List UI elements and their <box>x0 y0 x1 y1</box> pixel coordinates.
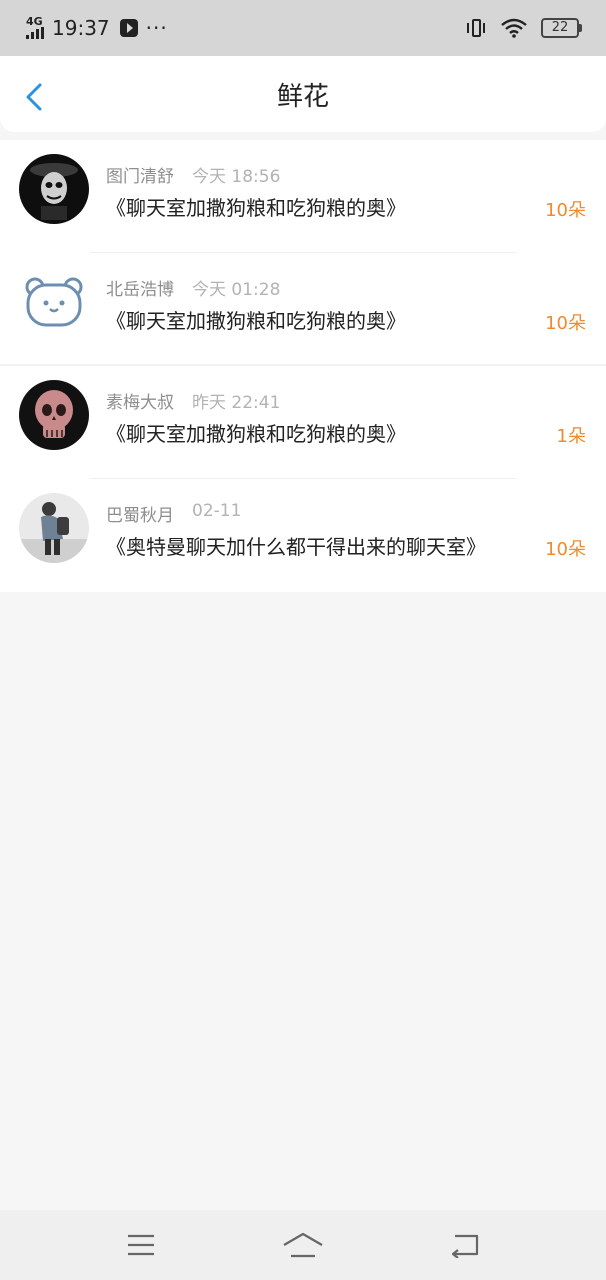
timestamp: 昨天 22:41 <box>192 393 281 413</box>
username[interactable]: 北岳浩博 <box>106 275 174 300</box>
back-nav-button[interactable] <box>435 1220 495 1270</box>
status-bar: 4G 19:37 ··· 22 <box>0 0 606 56</box>
username[interactable]: 图门清舒 <box>106 162 174 187</box>
media-player-icon <box>119 19 138 37</box>
header: 鲜花 <box>0 56 606 132</box>
username[interactable]: 巴蜀秋月 <box>106 501 174 526</box>
avatar[interactable] <box>19 493 89 563</box>
flower-count: 10朵 <box>545 313 586 334</box>
list-item[interactable]: 图门清舒 今天 18:56 《聊天室加撒狗粮和吃狗粮的奥》 10朵 <box>0 140 606 253</box>
timestamp: 02-11 <box>192 501 242 521</box>
battery-level: 22 <box>541 18 579 38</box>
avatar[interactable] <box>19 154 89 224</box>
item-title[interactable]: 《奥特曼聊天加什么都干得出来的聊天室》 <box>106 531 486 560</box>
username[interactable]: 素梅大叔 <box>106 388 174 413</box>
status-right: 22 <box>465 17 582 39</box>
menu-button[interactable] <box>111 1220 171 1270</box>
flower-list: 图门清舒 今天 18:56 《聊天室加撒狗粮和吃狗粮的奥》 10朵 北岳浩博 今… <box>0 140 606 592</box>
list-item[interactable]: 巴蜀秋月 02-11 《奥特曼聊天加什么都干得出来的聊天室》 10朵 <box>0 479 606 592</box>
back-icon <box>451 1234 479 1258</box>
item-meta: 北岳浩博 今天 01:28 <box>106 275 280 300</box>
more-notifications: ··· <box>145 16 168 40</box>
wifi-icon <box>501 18 527 38</box>
item-title[interactable]: 《聊天室加撒狗粮和吃狗粮的奥》 <box>106 418 406 447</box>
clock: 19:37 <box>52 16 110 40</box>
list-item[interactable]: 素梅大叔 昨天 22:41 《聊天室加撒狗粮和吃狗粮的奥》 1朵 <box>0 366 606 479</box>
page-title: 鲜花 <box>276 81 329 112</box>
item-title[interactable]: 《聊天室加撒狗粮和吃狗粮的奥》 <box>106 305 406 334</box>
avatar[interactable] <box>19 267 89 337</box>
flower-count: 10朵 <box>545 539 586 560</box>
flower-count: 1朵 <box>556 426 586 447</box>
list-item[interactable]: 北岳浩博 今天 01:28 《聊天室加撒狗粮和吃狗粮的奥》 10朵 <box>0 253 606 366</box>
item-title[interactable]: 《聊天室加撒狗粮和吃狗粮的奥》 <box>106 192 406 221</box>
timestamp: 今天 18:56 <box>192 167 281 187</box>
vibrate-icon <box>465 17 487 39</box>
status-left: 4G 19:37 ··· <box>26 16 168 40</box>
item-meta: 巴蜀秋月 02-11 <box>106 501 241 526</box>
system-nav-bar <box>0 1210 606 1280</box>
chevron-left-icon <box>26 83 42 111</box>
signal-icon: 4G <box>26 15 44 39</box>
back-button[interactable] <box>22 82 46 112</box>
item-meta: 图门清舒 今天 18:56 <box>106 162 280 187</box>
avatar[interactable] <box>19 380 89 450</box>
home-button[interactable] <box>273 1220 333 1270</box>
timestamp: 今天 01:28 <box>192 280 281 300</box>
network-type: 4G <box>26 15 43 28</box>
menu-icon <box>128 1234 154 1256</box>
home-icon <box>283 1232 323 1258</box>
item-meta: 素梅大叔 昨天 22:41 <box>106 388 280 413</box>
battery-icon: 22 <box>541 18 582 38</box>
flower-count: 10朵 <box>545 200 586 221</box>
